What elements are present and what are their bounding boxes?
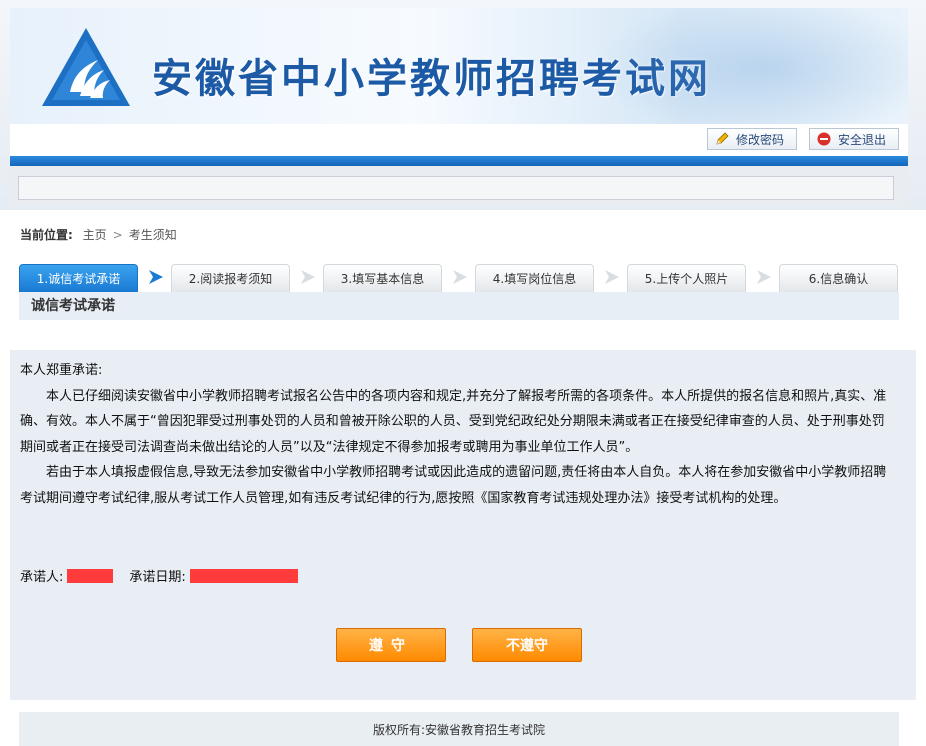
pledge-text: 本人郑重承诺: 本人已仔细阅读安徽省中小学教师招聘考试报名公告中的各项内容和规定… xyxy=(20,358,894,511)
step-2-read-notice: 2.阅读报考须知 xyxy=(171,264,290,292)
breadcrumb-home[interactable]: 主页 xyxy=(83,228,107,242)
signature-line: 承诺人: 承诺日期: xyxy=(20,566,298,585)
agree-button[interactable]: 遵守 xyxy=(336,628,446,662)
breadcrumb-separator: > xyxy=(112,228,123,242)
pledge-paragraph-1: 本人已仔细阅读安徽省中小学教师招聘考试报名公告中的各项内容和规定,并充分了解报考… xyxy=(20,388,887,455)
nav-empty-panel xyxy=(18,176,894,200)
pledge-panel: 本人郑重承诺: 本人已仔细阅读安徽省中小学教师招聘考试报名公告中的各项内容和规定… xyxy=(10,350,916,700)
pledge-intro: 本人郑重承诺: xyxy=(20,363,103,378)
nav-blue-bar xyxy=(10,156,908,166)
step-3-basic-info: 3.填写基本信息 xyxy=(323,264,442,292)
header-toolbar: 修改密码 安全退出 xyxy=(10,124,908,156)
step-arrow-icon xyxy=(453,270,467,284)
site-title: 安徽省中小学教师招聘考试网 xyxy=(152,55,711,102)
pledge-paragraph-2: 若由于本人填报虚假信息,导致无法参加安徽省中小学教师招聘考试或因此造成的遗留问题… xyxy=(20,465,887,506)
breadcrumb-current: 考生须知 xyxy=(128,228,177,242)
step-arrow-icon xyxy=(301,270,315,284)
date-label: 承诺日期: xyxy=(129,570,186,585)
step-arrow-icon xyxy=(605,270,619,284)
section-title: 诚信考试承诺 xyxy=(19,292,899,320)
site-logo-icon xyxy=(42,28,130,106)
nav-gray-bar xyxy=(10,166,908,206)
step-1-integrity-pledge: 1.诚信考试承诺 xyxy=(19,264,138,292)
step-4-position-info: 4.填写岗位信息 xyxy=(475,264,594,292)
logout-label: 安全退出 xyxy=(838,132,887,147)
change-password-label: 修改密码 xyxy=(736,132,785,147)
disagree-button[interactable]: 不遵守 xyxy=(472,628,582,662)
breadcrumb-label: 当前位置: xyxy=(20,228,73,242)
step-5-upload-photo: 5.上传个人照片 xyxy=(627,264,746,292)
registration-steps: 1.诚信考试承诺 2.阅读报考须知 3.填写基本信息 4.填写岗位信息 5.上传… xyxy=(19,264,899,294)
signer-name-redacted xyxy=(67,568,114,583)
pledge-date-redacted xyxy=(189,568,298,583)
step-arrow-icon xyxy=(757,270,771,284)
logout-button[interactable]: 安全退出 xyxy=(809,128,899,150)
pencil-icon xyxy=(714,131,730,147)
step-6-confirm-info: 6.信息确认 xyxy=(779,264,898,292)
breadcrumb: 当前位置: 主页 > 考生须知 xyxy=(20,226,177,243)
change-password-button[interactable]: 修改密码 xyxy=(707,128,797,150)
site-banner: 安徽省中小学教师招聘考试网 xyxy=(10,8,908,124)
signer-label: 承诺人: xyxy=(20,570,64,585)
footer-copyright: 版权所有:安徽省教育招生考试院 xyxy=(19,712,899,746)
step-arrow-active-icon xyxy=(149,270,163,284)
stop-icon xyxy=(816,131,832,147)
